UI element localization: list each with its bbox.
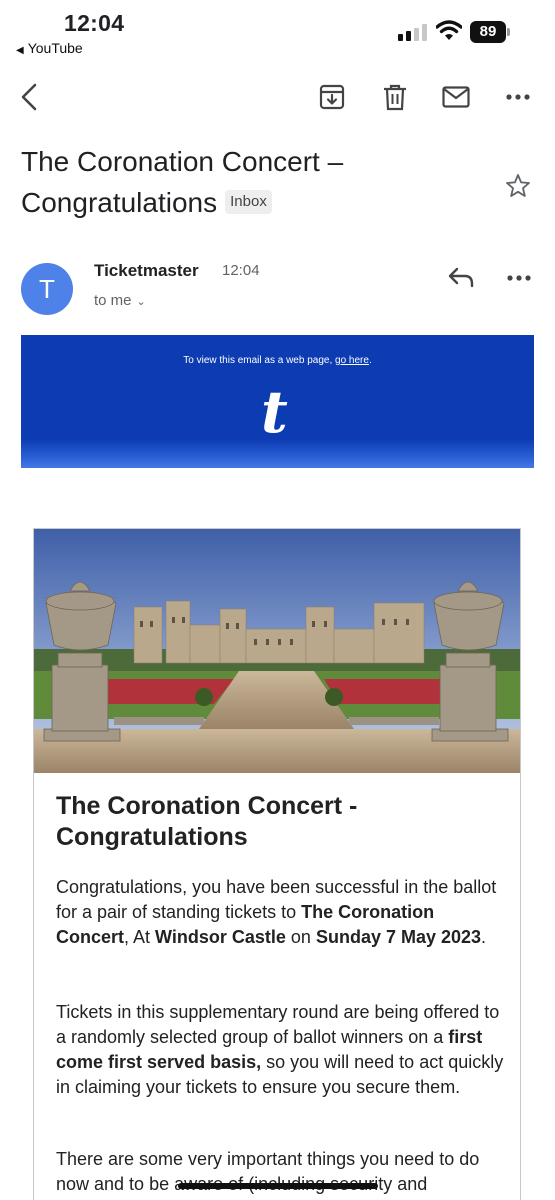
- mail-icon: [442, 86, 470, 108]
- back-button[interactable]: [12, 80, 46, 114]
- wifi-icon: [435, 20, 463, 42]
- more-horizontal-icon: [506, 94, 530, 100]
- email-time: 12:04: [222, 262, 260, 279]
- inbox-label-badge[interactable]: Inbox: [225, 189, 272, 214]
- reply-button[interactable]: [445, 263, 479, 293]
- p1-text-c: , At: [124, 927, 156, 947]
- web-view-text: To view this email as a web page,: [183, 355, 336, 366]
- more-options-button[interactable]: [501, 80, 535, 114]
- subject-line-2: Congratulations: [21, 187, 218, 218]
- content-title-line-1: The Coronation Concert -: [56, 792, 358, 820]
- content-title: The Coronation Concert - Congratulations: [56, 791, 496, 853]
- battery-level: 89: [470, 21, 506, 43]
- status-bar: 12:04 ◀ YouTube 89: [0, 0, 555, 62]
- sender-avatar[interactable]: T: [21, 263, 73, 315]
- star-button[interactable]: [504, 172, 532, 200]
- sender-name[interactable]: Ticketmaster: [94, 261, 199, 281]
- back-to-app-link[interactable]: ◀ YouTube: [16, 40, 83, 56]
- ticketmaster-logo[interactable]: t: [261, 377, 288, 447]
- chevron-down-icon: ⌄: [136, 296, 146, 308]
- back-app-label: YouTube: [27, 40, 83, 56]
- p1-venue: Windsor Castle: [155, 927, 286, 947]
- back-triangle-icon: ◀: [16, 45, 24, 56]
- more-horizontal-icon: [507, 275, 531, 281]
- recipient-details-toggle[interactable]: to me ⌄: [94, 292, 146, 309]
- p1-text-g: .: [481, 927, 487, 947]
- mark-unread-button[interactable]: [439, 80, 473, 114]
- p2-text-a: Tickets in this supplementary round are …: [56, 1002, 500, 1047]
- web-view-text-end: .: [368, 355, 372, 366]
- paragraph-supplementary-round: Tickets in this supplementary round are …: [56, 1000, 506, 1100]
- paragraph-important-things: There are some very important things you…: [56, 1147, 506, 1197]
- p1-date: Sunday 7 May 2023: [315, 927, 482, 947]
- chevron-left-icon: [21, 83, 37, 111]
- delete-button[interactable]: [378, 80, 412, 114]
- message-more-button[interactable]: [502, 265, 536, 291]
- cellular-signal-icon: [398, 23, 430, 41]
- content-title-line-2: Congratulations: [56, 823, 248, 851]
- battery-icon: 89: [470, 21, 510, 43]
- archive-icon: [319, 84, 345, 110]
- email-subject: The Coronation Concert – Congratulations…: [21, 141, 441, 223]
- windsor-castle-image: [34, 529, 520, 773]
- web-view-notice: To view this email as a web page, go her…: [21, 355, 534, 366]
- paragraph-congratulations: Congratulations, you have been successfu…: [56, 875, 506, 950]
- star-outline-icon: [506, 174, 530, 197]
- archive-button[interactable]: [315, 80, 349, 114]
- recipient-label: to me: [94, 292, 132, 309]
- web-view-link[interactable]: go here: [335, 355, 369, 366]
- trash-icon: [384, 84, 406, 110]
- ticketmaster-header-banner: To view this email as a web page, go her…: [21, 335, 534, 468]
- status-time: 12:04: [64, 10, 125, 36]
- email-content-card: The Coronation Concert - Congratulations…: [33, 528, 521, 1200]
- p1-text-e: on: [285, 927, 316, 947]
- home-indicator[interactable]: [178, 1183, 378, 1189]
- subject-line-1: The Coronation Concert –: [21, 146, 344, 177]
- reply-icon: [448, 267, 474, 288]
